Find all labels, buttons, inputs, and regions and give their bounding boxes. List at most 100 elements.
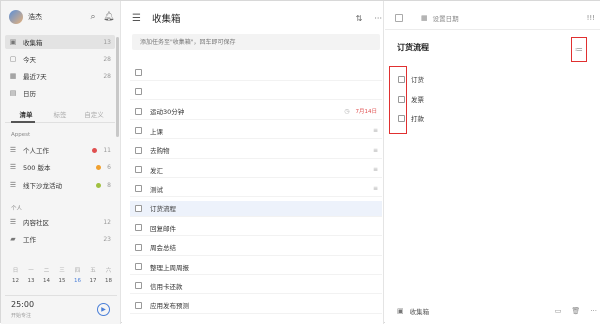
- sidebar: 浩杰 ⌕ 🔔︎ ▣ 收集箱 13 ▢ 今天 28 ▦ 最近7天 28 ▤ 日历 …: [1, 1, 121, 324]
- task-checkbox[interactable]: [135, 127, 142, 135]
- calendar-date[interactable]: 13: [25, 278, 38, 284]
- sidebar-item-calendar[interactable]: ▤ 日历: [5, 86, 115, 100]
- search-icon[interactable]: ⌕: [88, 12, 98, 22]
- task-checkbox[interactable]: [135, 301, 142, 309]
- app-window: 浩杰 ⌕ 🔔︎ ▣ 收集箱 13 ▢ 今天 28 ▦ 最近7天 28 ▤ 日历 …: [0, 0, 600, 324]
- divider: [385, 29, 600, 30]
- menu-icon[interactable]: ☰: [132, 13, 144, 24]
- task-checkbox[interactable]: [135, 243, 142, 251]
- sidebar-item-list[interactable]: ☰ 500 版本 6: [5, 160, 115, 174]
- sidebar-item-folder[interactable]: ▰ 工作 23: [5, 232, 115, 246]
- set-date-button[interactable]: 设置日期: [433, 13, 587, 23]
- task-row[interactable]: 信用卡还款: [130, 278, 382, 295]
- calendar-date[interactable]: 17: [87, 278, 100, 284]
- task-checkbox[interactable]: [135, 263, 142, 270]
- task-title: 运动30分钟: [150, 108, 185, 117]
- delete-icon[interactable]: 🗑︎: [571, 307, 580, 315]
- weekday-label: 三: [59, 268, 65, 274]
- calendar-icon[interactable]: ▦: [421, 14, 428, 22]
- calendar-icon: ▤: [9, 89, 17, 97]
- bell-icon[interactable]: 🔔︎: [103, 12, 114, 22]
- task-row[interactable]: 应用发布预测: [130, 298, 382, 314]
- sidebar-item-count: 13: [103, 38, 111, 46]
- task-title: 去购物: [150, 147, 170, 156]
- weekday-label: 五: [90, 268, 96, 274]
- task-row[interactable]: [130, 65, 382, 81]
- mini-calendar-dates: 12 13 14 15 16 17 18: [9, 278, 115, 284]
- subtask-item[interactable]: 发票: [397, 92, 577, 106]
- task-title: 订货流程: [150, 205, 176, 214]
- task-row[interactable]: 周会总结: [130, 240, 382, 256]
- detail-header: ▦ 设置日期 !!!: [395, 11, 595, 25]
- task-row[interactable]: 运动30分钟 ◷ 7月14日: [130, 104, 382, 120]
- more-icon[interactable]: ···: [374, 14, 382, 23]
- sidebar-item-list[interactable]: ☰ 线下沙龙活动 8: [5, 178, 115, 192]
- subtask-item[interactable]: 打款: [397, 111, 577, 125]
- task-row[interactable]: 上课 ≡: [130, 123, 382, 140]
- task-checkbox[interactable]: [135, 185, 142, 193]
- calendar-date[interactable]: 15: [56, 278, 69, 284]
- add-task-input[interactable]: [132, 34, 380, 50]
- list-header: ☰ 收集箱 ⇅ ···: [132, 10, 382, 26]
- sidebar-item-label: 今天: [23, 56, 36, 64]
- task-checkbox[interactable]: [135, 282, 142, 290]
- today-icon: ▢: [9, 55, 17, 63]
- calendar-date[interactable]: 12: [9, 278, 22, 284]
- avatar[interactable]: [9, 10, 23, 24]
- weekday-label: 六: [105, 268, 112, 274]
- group-label[interactable]: 个人: [11, 204, 22, 212]
- subtask-label: 订货: [411, 76, 424, 84]
- tab-tags[interactable]: 标签: [43, 109, 77, 123]
- sidebar-item-inbox[interactable]: ▣ 收集箱 13: [5, 35, 115, 49]
- tab-custom[interactable]: 自定义: [77, 109, 111, 123]
- sidebar-item-list[interactable]: ☰ 个人工作 11: [5, 143, 115, 157]
- inbox-icon: ▣: [9, 38, 17, 46]
- more-icon[interactable]: ···: [590, 307, 597, 315]
- checklist-toggle-button[interactable]: ≔: [571, 37, 587, 62]
- list-selector[interactable]: 收集箱: [410, 306, 545, 316]
- calendar-date-today[interactable]: 16: [71, 278, 84, 284]
- calendar-date[interactable]: 18: [102, 278, 115, 284]
- task-checkbox[interactable]: [135, 107, 142, 115]
- weekday-label: 一: [28, 268, 34, 274]
- detail-checkbox[interactable]: [395, 14, 403, 22]
- list-color-dot: [92, 147, 98, 153]
- task-row[interactable]: 去购物 ≡: [130, 143, 382, 159]
- task-title: 周会总结: [150, 244, 176, 253]
- task-row[interactable]: 发汇 ≡: [130, 162, 382, 178]
- detail-title[interactable]: 订货流程: [397, 42, 429, 53]
- sidebar-item-label: 收集箱: [23, 39, 43, 47]
- subtask-icon: ≡: [372, 166, 378, 173]
- task-row[interactable]: 回复邮件: [130, 220, 382, 237]
- sidebar-item-count: 23: [103, 235, 111, 243]
- task-title: 回复邮件: [150, 224, 176, 233]
- task-title: 应用发布预测: [150, 302, 189, 311]
- sidebar-item-label: 500 版本: [23, 164, 51, 172]
- priority-icon[interactable]: !!!: [587, 14, 595, 22]
- clock-icon: ◷: [344, 107, 350, 115]
- task-row[interactable]: 整理上周周报: [130, 259, 382, 275]
- sidebar-item-week[interactable]: ▦ 最近7天 28: [5, 69, 115, 83]
- task-row[interactable]: [130, 84, 382, 101]
- weekday-label: 四: [74, 268, 81, 274]
- sidebar-item-today[interactable]: ▢ 今天 28: [5, 52, 115, 66]
- subtask-item[interactable]: 订货: [397, 72, 577, 86]
- sort-icon[interactable]: ⇅: [356, 14, 363, 23]
- play-button[interactable]: ▶: [97, 303, 110, 316]
- task-checkbox[interactable]: [135, 166, 142, 173]
- calendar-date[interactable]: 14: [40, 278, 53, 284]
- task-checkbox[interactable]: [135, 224, 142, 232]
- sidebar-scrollbar[interactable]: [116, 37, 119, 137]
- task-checkbox[interactable]: [135, 88, 142, 96]
- task-checkbox[interactable]: [135, 69, 142, 76]
- sidebar-item-list[interactable]: ☰ 内容社区 12: [5, 215, 115, 229]
- task-row[interactable]: 订货流程: [130, 200, 382, 217]
- task-checkbox[interactable]: [135, 146, 142, 154]
- task-row[interactable]: 测试 ≡: [130, 181, 382, 198]
- group-label[interactable]: Appest: [11, 132, 30, 138]
- sidebar-item-label: 工作: [23, 236, 36, 244]
- subtask-icon: ≡: [372, 146, 378, 154]
- task-checkbox[interactable]: [135, 204, 142, 212]
- comment-icon[interactable]: ▭: [555, 307, 562, 315]
- sidebar-item-count: 11: [103, 146, 111, 154]
